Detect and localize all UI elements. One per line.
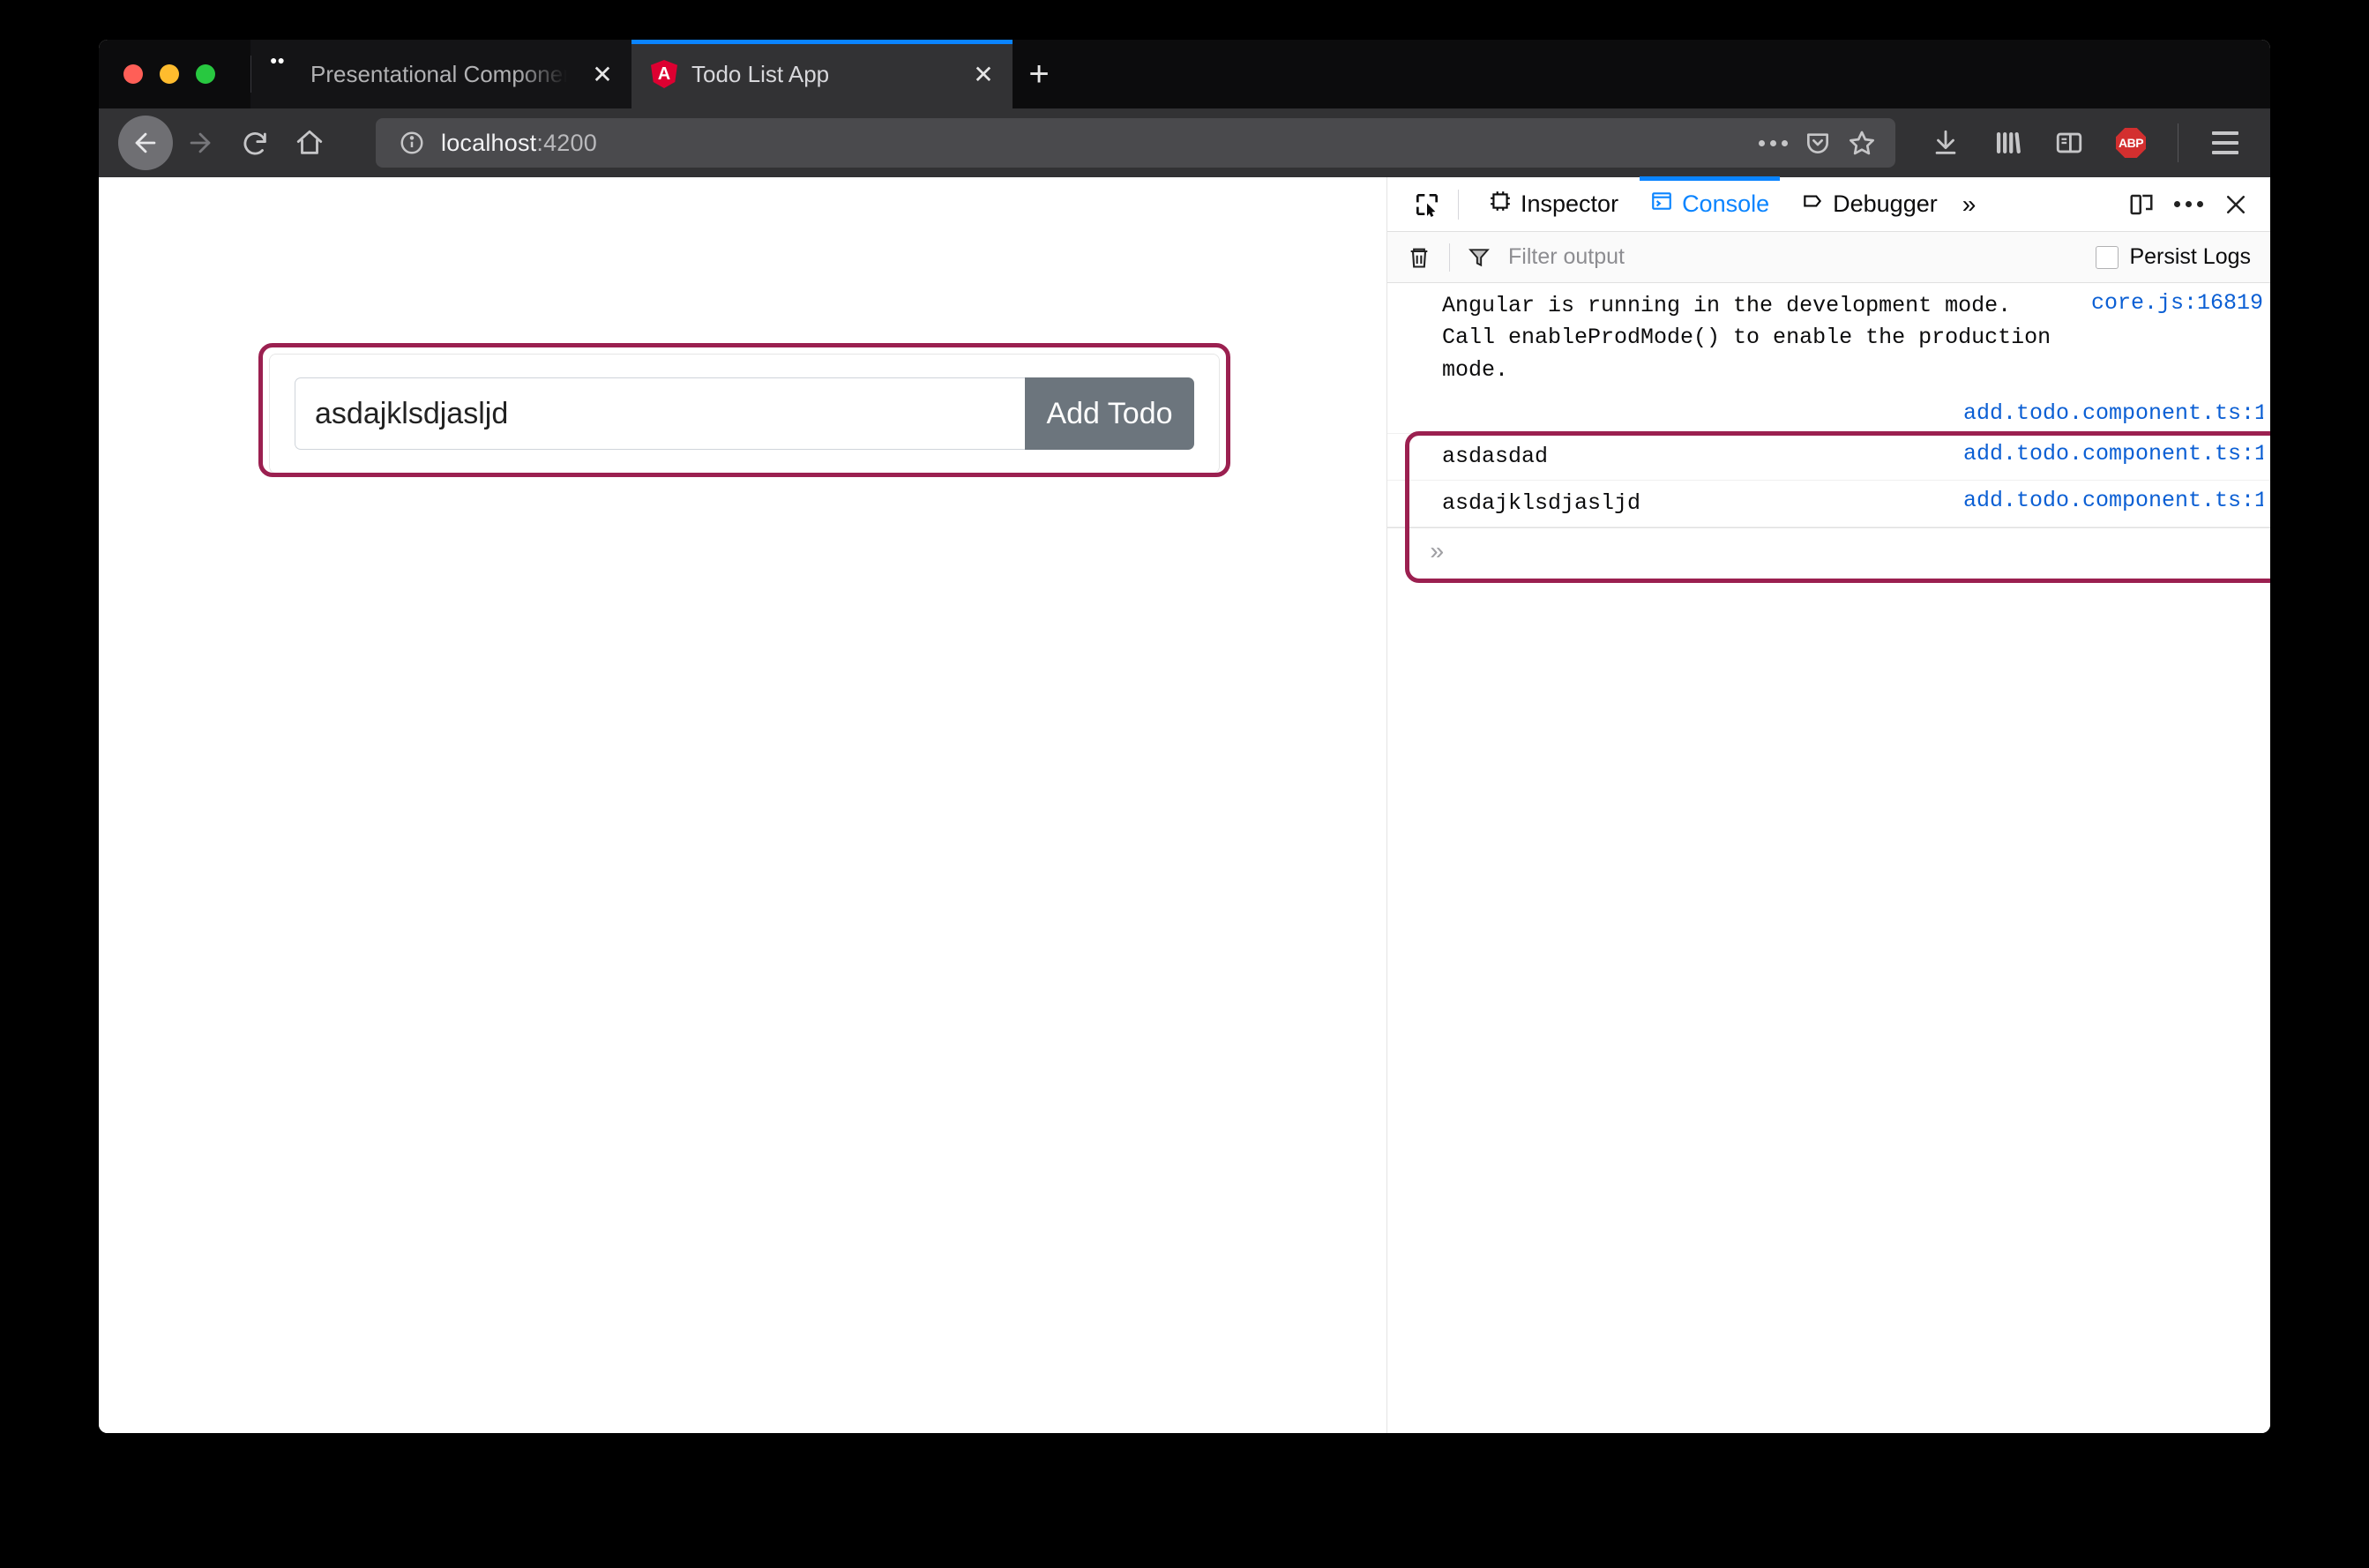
page-viewport: Add Todo <box>99 177 1387 1433</box>
responsive-design-icon[interactable] <box>2128 191 2155 218</box>
download-icon[interactable] <box>1918 116 1973 170</box>
console-icon <box>1650 190 1673 219</box>
tab-title: Presentational Component - Ad <box>310 60 575 87</box>
debugger-icon <box>1801 190 1824 219</box>
devtools-tab-bar: Inspector Console Debugger » <box>1387 176 2270 232</box>
log-message: asdajklsdjasljd <box>1442 490 1641 516</box>
info-circle-icon[interactable] <box>399 130 425 156</box>
inspector-icon <box>1489 190 1512 219</box>
hamburger-icon[interactable] <box>2198 116 2253 170</box>
log-source-link[interactable]: add.todo.component.ts:10:4 <box>1963 441 2263 467</box>
sidebar-icon[interactable] <box>2042 116 2096 170</box>
url-host: localhost <box>441 129 537 156</box>
tab-strip: ●● Presentational Component - Ad ✕ A Tod… <box>99 40 2270 108</box>
content-area: Add Todo Inspector <box>99 176 2270 1433</box>
console-log-row[interactable]: asdajklsdjasljd add.todo.component.ts:10… <box>1387 481 2270 528</box>
url-text[interactable]: localhost:4200 <box>441 130 1743 157</box>
new-tab-button[interactable]: + <box>1013 40 1065 108</box>
tab-divider <box>1458 189 1459 220</box>
close-icon[interactable] <box>2223 191 2249 218</box>
minimize-window-button[interactable] <box>160 64 179 84</box>
toolbar-divider <box>1449 243 1450 272</box>
tab-console[interactable]: Console <box>1634 176 1785 231</box>
zoom-window-button[interactable] <box>196 64 215 84</box>
devtools-panel: Inspector Console Debugger » Filter outp… <box>1387 176 2270 1433</box>
tab-close-button[interactable]: ✕ <box>587 59 617 89</box>
console-log-row[interactable]: Angular is running in the development mo… <box>1387 283 2270 393</box>
navigation-toolbar: localhost:4200 ABP <box>99 108 2270 177</box>
log-message: Angular is running in the development mo… <box>1442 293 2065 383</box>
pocket-icon[interactable] <box>1804 129 1832 157</box>
devtools-overflow-button[interactable]: » <box>1954 190 1985 219</box>
address-bar[interactable]: localhost:4200 <box>376 118 1895 168</box>
tab-divider <box>250 56 251 93</box>
log-message: asdasdad <box>1442 443 1549 469</box>
todo-text-input[interactable] <box>295 377 1025 450</box>
console-log-row[interactable]: add.todo.component.ts:10:4 <box>1387 393 2270 434</box>
element-picker-icon[interactable] <box>1407 184 1447 225</box>
devtools-actions <box>2128 191 2254 218</box>
funnel-icon[interactable] <box>1468 246 1491 269</box>
console-log-row[interactable]: asdasdad add.todo.component.ts:10:4 <box>1387 434 2270 481</box>
filter-output-input[interactable] <box>1506 243 2096 271</box>
close-window-button[interactable] <box>123 64 143 84</box>
persist-logs-label: Persist Logs <box>2129 244 2251 269</box>
add-todo-button[interactable]: Add Todo <box>1025 377 1194 450</box>
tab-todo-list-app[interactable]: A Todo List App ✕ <box>631 40 1013 108</box>
console-input-prompt[interactable]: » <box>1387 527 2270 578</box>
tab-debugger[interactable]: Debugger <box>1785 177 1954 231</box>
browser-window: ●● Presentational Component - Ad ✕ A Tod… <box>99 40 2270 1433</box>
url-port: :4200 <box>536 129 597 156</box>
home-icon[interactable] <box>282 116 337 170</box>
persist-logs-toggle[interactable]: Persist Logs <box>2096 244 2251 270</box>
tab-close-button[interactable]: ✕ <box>968 59 998 89</box>
console-log-list: Angular is running in the development mo… <box>1387 283 2270 528</box>
star-icon[interactable] <box>1848 129 1876 157</box>
adblock-plus-icon[interactable]: ABP <box>2104 116 2158 170</box>
console-output: Angular is running in the development mo… <box>1387 283 2270 1433</box>
persist-logs-checkbox[interactable] <box>2096 245 2119 269</box>
tab-label: Console <box>1682 190 1770 217</box>
library-icon[interactable] <box>1980 116 2035 170</box>
window-controls <box>99 40 250 108</box>
prompt-chevron-icon: » <box>1430 539 1445 567</box>
console-toolbar: Persist Logs <box>1387 232 2270 283</box>
tab-presentational-component[interactable]: ●● Presentational Component - Ad ✕ <box>250 40 631 108</box>
log-source-link[interactable]: add.todo.component.ts:10:4 <box>1963 400 2263 426</box>
reload-icon[interactable] <box>228 116 282 170</box>
tab-label: Inspector <box>1521 190 1619 217</box>
toolbar-end-icons: ABP <box>1918 116 2253 170</box>
log-source-link[interactable]: core.js:16819 <box>2091 290 2263 316</box>
ellipsis-icon[interactable] <box>1759 139 1788 146</box>
angular-icon: A <box>651 60 679 88</box>
ellipsis-icon[interactable] <box>2174 201 2203 207</box>
book-icon: ● ● <box>270 53 285 67</box>
back-arrow-icon[interactable] <box>118 116 173 170</box>
add-todo-card: Add Todo <box>269 354 1220 474</box>
forward-arrow-icon[interactable] <box>173 116 228 170</box>
log-source-link[interactable]: add.todo.component.ts:10:4 <box>1963 488 2263 513</box>
tab-inspector[interactable]: Inspector <box>1473 177 1634 231</box>
tab-label: Debugger <box>1833 190 1938 217</box>
tab-title: Todo List App <box>691 60 830 87</box>
trash-icon[interactable] <box>1407 245 1431 270</box>
add-todo-section: Add Todo <box>269 354 1220 474</box>
